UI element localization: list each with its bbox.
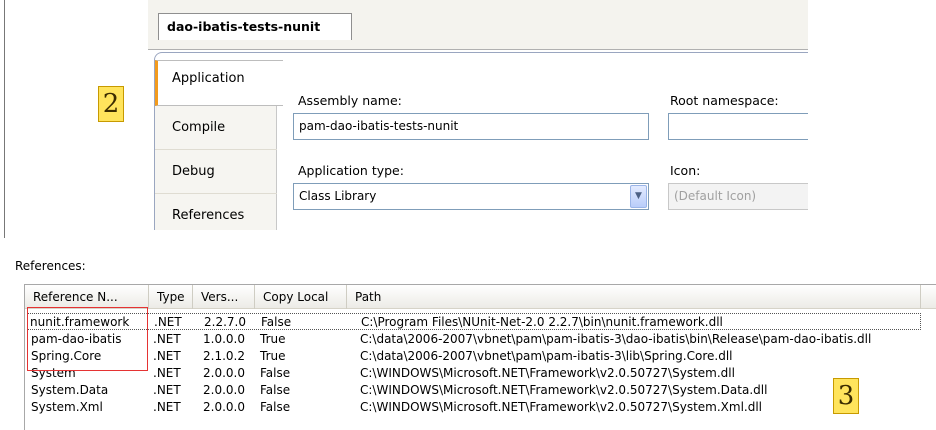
table-row[interactable]: nunit.framework .NET 2.2.7.0 False C:\Pr… <box>27 313 921 330</box>
application-type-select[interactable]: Class Library ▼ <box>293 183 649 210</box>
cell-type: .NET <box>153 400 181 414</box>
cell-version: 1.0.0.0 <box>203 332 245 346</box>
application-type-label: Application type: <box>298 163 404 178</box>
icon-select[interactable]: (Default Icon) <box>668 183 808 210</box>
cell-type: .NET <box>153 383 181 397</box>
cell-version: 2.2.7.0 <box>204 315 246 329</box>
cell-version: 2.1.0.2 <box>203 349 245 363</box>
callout-number-2: 2 <box>98 86 124 122</box>
cell-version: 2.0.0.0 <box>203 400 245 414</box>
cell-path: C:\data\2006-2007\vbnet\pam\pam-ibatis-3… <box>360 349 733 363</box>
callout-number-3: 3 <box>833 378 859 414</box>
project-properties-panel: dao-ibatis-tests-nunit Application Compi… <box>148 0 808 230</box>
column-reference-name[interactable]: Reference N... <box>25 285 149 309</box>
table-row[interactable]: System.Data .NET 2.0.0.0 False C:\WINDOW… <box>25 382 936 399</box>
references-list[interactable]: Reference N... Type Vers... Copy Local P… <box>24 284 936 430</box>
cell-version: 2.0.0.0 <box>203 383 245 397</box>
table-row[interactable]: Spring.Core .NET 2.1.0.2 True C:\data\20… <box>25 348 936 365</box>
tab-references[interactable]: References <box>155 194 277 230</box>
table-row[interactable]: System .NET 2.0.0.0 False C:\WINDOWS\Mic… <box>25 365 936 382</box>
icon-select-value: (Default Icon) <box>674 189 757 203</box>
highlight-box <box>27 307 148 371</box>
cell-copy-local: False <box>260 383 291 397</box>
cell-copy-local: True <box>260 349 286 363</box>
cell-path: C:\data\2006-2007\vbnet\pam\pam-ibatis-3… <box>360 332 872 346</box>
cell-type: .NET <box>153 349 181 363</box>
column-copy-local[interactable]: Copy Local <box>255 285 347 309</box>
cell-copy-local: False <box>260 366 291 380</box>
cell-reference-name: System.Data <box>31 383 109 397</box>
document-tab[interactable]: dao-ibatis-tests-nunit <box>158 13 352 40</box>
root-namespace-label: Root namespace: <box>670 93 779 108</box>
references-header: Reference N... Type Vers... Copy Local P… <box>25 285 936 309</box>
cell-copy-local: True <box>260 332 286 346</box>
tab-debug[interactable]: Debug <box>155 150 277 194</box>
cell-copy-local: False <box>261 315 292 329</box>
cell-path: C:\WINDOWS\Microsoft.NET\Framework\v2.0.… <box>360 400 763 414</box>
column-version[interactable]: Vers... <box>193 285 255 309</box>
table-row[interactable]: System.Xml .NET 2.0.0.0 False C:\WINDOWS… <box>25 399 936 416</box>
cell-path: C:\WINDOWS\Microsoft.NET\Framework\v2.0.… <box>360 383 768 397</box>
assembly-name-input[interactable]: pam-dao-ibatis-tests-nunit <box>293 113 649 140</box>
column-path[interactable]: Path <box>347 285 921 309</box>
cell-path: C:\Program Files\NUnit-Net-2.0 2.2.7\bin… <box>361 315 723 329</box>
cell-type: .NET <box>154 315 182 329</box>
cell-reference-name: System.Xml <box>31 400 103 414</box>
cell-copy-local: False <box>260 400 291 414</box>
assembly-name-label: Assembly name: <box>298 93 402 108</box>
column-type[interactable]: Type <box>149 285 193 309</box>
cell-type: .NET <box>153 366 181 380</box>
tab-application[interactable]: Application <box>155 60 283 106</box>
cell-type: .NET <box>153 332 181 346</box>
table-row[interactable]: pam-dao-ibatis .NET 1.0.0.0 True C:\data… <box>25 331 936 348</box>
references-title: References: <box>15 259 86 273</box>
side-tab-list: Application Compile Debug References <box>155 60 283 230</box>
root-namespace-input[interactable] <box>668 113 808 140</box>
left-divider <box>4 0 5 238</box>
chevron-down-icon[interactable]: ▼ <box>630 185 647 208</box>
cell-path: C:\WINDOWS\Microsoft.NET\Framework\v2.0.… <box>360 366 735 380</box>
cell-version: 2.0.0.0 <box>203 366 245 380</box>
tab-compile[interactable]: Compile <box>155 106 277 150</box>
icon-label: Icon: <box>670 163 701 178</box>
application-type-value: Class Library <box>299 189 377 203</box>
